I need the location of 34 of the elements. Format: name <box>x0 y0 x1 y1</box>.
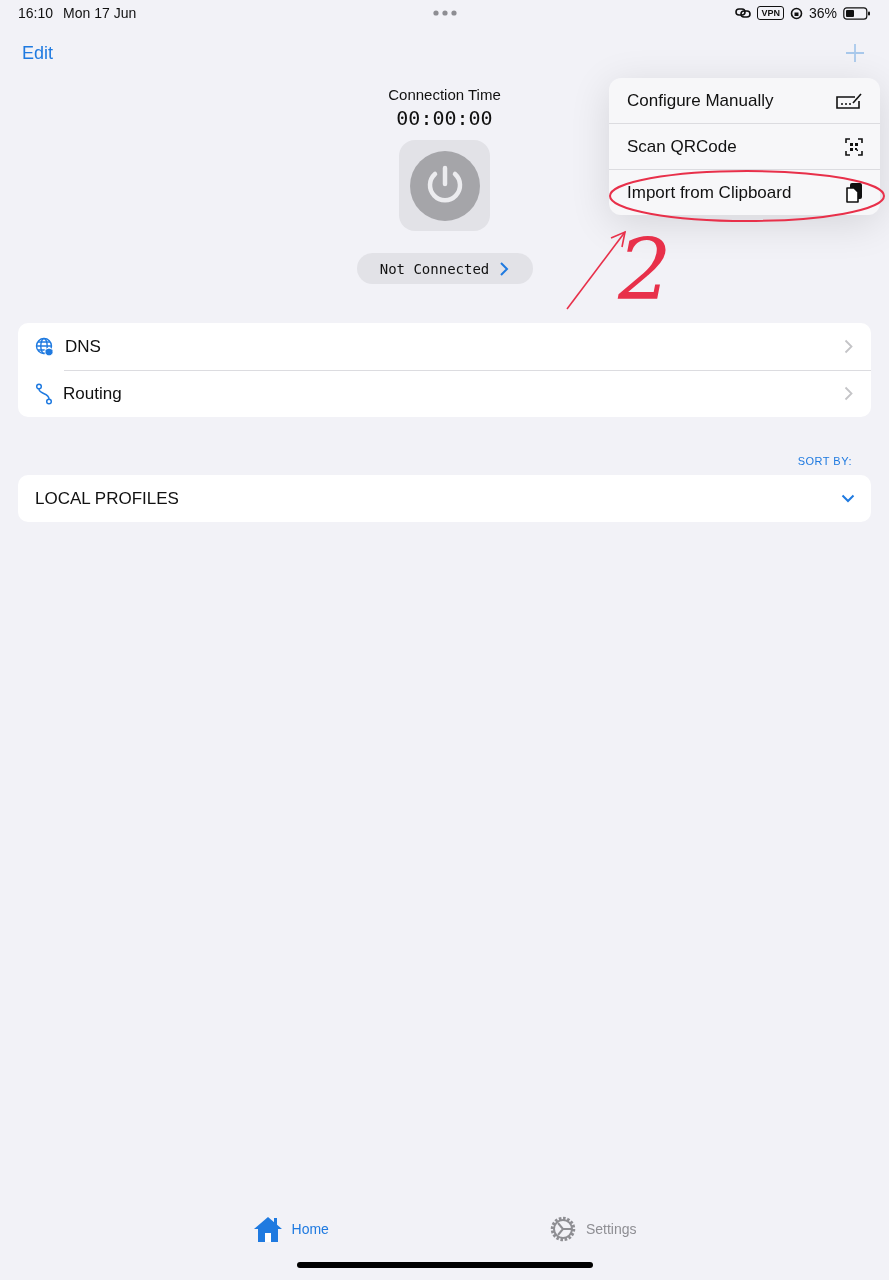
annotation-number: 2 <box>618 228 672 312</box>
clipboard-icon <box>845 181 863 204</box>
globe-shield-icon <box>35 336 55 357</box>
power-button[interactable] <box>399 140 490 231</box>
chevron-right-icon <box>844 339 853 354</box>
status-date: Mon 17 Jun <box>63 5 137 21</box>
menu-item[interactable]: Import from Clipboard <box>609 169 880 215</box>
chevron-down-icon <box>841 494 855 503</box>
rotation-lock-icon <box>789 6 803 20</box>
multitasking-dots-icon[interactable] <box>433 10 457 16</box>
add-icon[interactable] <box>845 43 865 63</box>
qr-scan-icon <box>845 137 863 156</box>
connection-timer: 00:00:00 <box>396 106 493 130</box>
route-icon <box>35 382 53 405</box>
edit-button[interactable]: Edit <box>22 42 54 64</box>
link-icon <box>735 7 752 19</box>
battery-icon <box>843 6 871 20</box>
keyboard-pencil-icon <box>835 91 863 110</box>
vpn-badge: VPN <box>757 6 784 20</box>
settings-icon <box>548 1215 577 1243</box>
menu-item[interactable]: Configure Manually <box>609 78 880 123</box>
settings-row[interactable]: DNS <box>18 323 871 370</box>
status-time: 16:10 <box>18 5 54 21</box>
chevron-right-icon <box>499 260 510 277</box>
battery-percent: 36% <box>808 5 837 21</box>
settings-row[interactable]: Routing <box>18 370 871 417</box>
menu-item[interactable]: Scan QRCode <box>609 123 880 169</box>
sort-by-button[interactable]: SORT BY: <box>797 455 852 467</box>
connection-time-label: Connection Time <box>388 86 501 103</box>
connection-status-button[interactable]: Not Connected <box>356 253 533 284</box>
profiles-header[interactable]: LOCAL PROFILES <box>18 475 871 522</box>
tab-bar-item[interactable]: Home <box>252 1215 329 1243</box>
chevron-right-icon <box>844 386 853 401</box>
house-icon <box>252 1215 283 1243</box>
